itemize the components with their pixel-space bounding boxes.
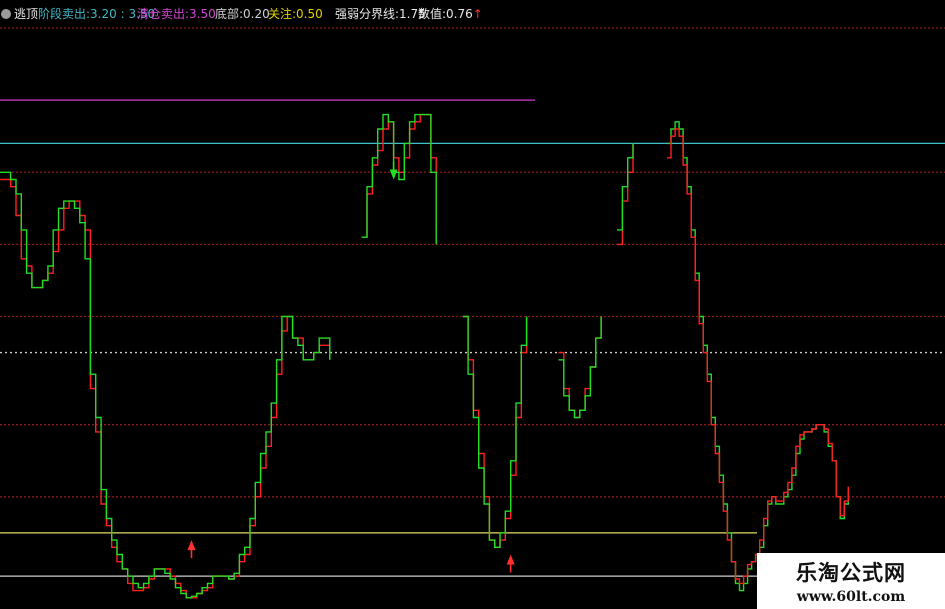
attention-value: 0.50: [296, 7, 323, 21]
watermark-url: www.60lt.com: [796, 589, 906, 605]
divide-line-label: 强弱分界线:1.75: [335, 0, 426, 28]
indicator-toggle-icon[interactable]: [1, 9, 11, 19]
right-series-1-segment-0: [667, 128, 849, 585]
signal-arrow-up-1: [187, 540, 196, 559]
attention-label-text: 关注:: [268, 7, 297, 21]
watermark-title: 乐淘公式网: [796, 561, 906, 585]
value-value: 0.76: [446, 7, 473, 21]
attention-label: 关注:0.50: [268, 0, 323, 28]
main-series-1-segment-2: [462, 315, 528, 548]
grid-lines: [0, 27, 945, 498]
indicator-chart: [0, 27, 945, 599]
stage-sell-label-text: 阶段卖出:: [38, 7, 91, 21]
signal-arrow-down-0: [389, 161, 398, 180]
main-series-0-segment-2: [462, 315, 528, 548]
clear-sell-label-text: 清仓卖出:: [137, 7, 190, 21]
signal-arrows: [187, 161, 515, 573]
divide-line-label-text: 强弱分界线:: [335, 7, 400, 21]
bottom-label-text: 底部:: [215, 7, 244, 21]
main-series-1-segment-0: [0, 171, 331, 599]
main-series-0-segment-0: [0, 178, 331, 599]
value-label-text: 数值:: [418, 7, 447, 21]
main-series-1-segment-3: [558, 316, 602, 419]
bottom-value: 0.20: [243, 7, 270, 21]
value-label: 数值:0.76↑: [418, 0, 483, 28]
right-series-0-segment-0: [667, 121, 849, 592]
indicator-name: 逃顶: [14, 7, 39, 21]
series-lines: [0, 113, 849, 599]
main-series-1-segment-4: [617, 143, 634, 231]
bottom-label: 底部:0.20: [215, 0, 270, 28]
signal-arrow-up-2: [506, 554, 515, 573]
clear-sell-value: 3.50: [189, 7, 216, 21]
main-series-1-segment-1: [361, 113, 437, 245]
reference-lines: [0, 99, 945, 577]
clear-sell-label: 清仓卖出:3.50: [137, 0, 216, 28]
up-arrow-icon: ↑: [472, 7, 483, 21]
indicator-header: 逃顶 阶段卖出:3.20 : 3.50 清仓卖出:3.50 底部:0.20 关注…: [0, 0, 945, 28]
watermark-logo: 乐淘公式网 www.60lt.com: [757, 553, 945, 609]
